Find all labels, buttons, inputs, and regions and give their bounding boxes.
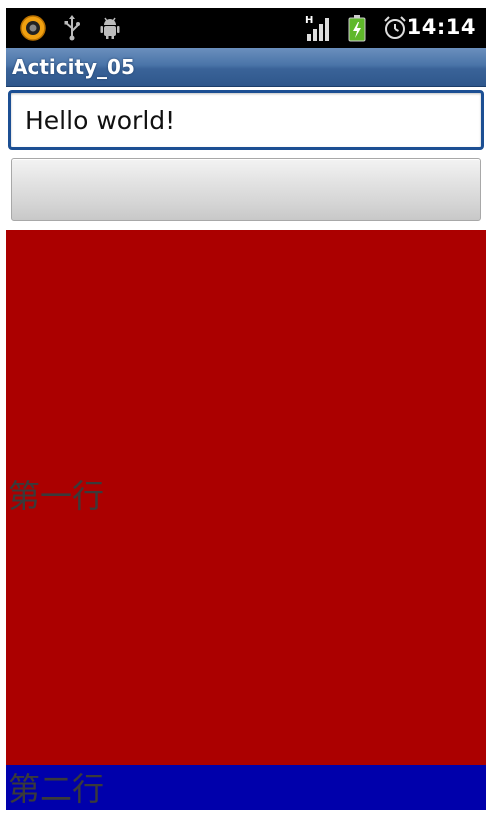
sync-app-icon [18,14,48,42]
usb-icon [62,14,82,42]
title-bar: Acticity_05 [6,48,486,87]
app-title: Acticity_05 [12,55,135,79]
signal-icon: H [304,14,334,42]
battery-charging-icon [346,14,368,42]
screenshot-top-edge [0,0,494,8]
alarm-icon [382,14,408,42]
row-two: 第二行 [6,765,486,810]
row-two-label: 第二行 [8,770,105,808]
row-one-label: 第一行 [8,477,105,515]
network-type-label: H [305,15,313,26]
action-button[interactable] [11,158,481,221]
text-input-field[interactable]: Hello world! [8,90,484,150]
text-input-value: Hello world! [25,106,176,135]
status-bar: H 14:14 [6,8,486,48]
android-debug-icon [98,14,122,42]
row-one: 第一行 [6,230,486,765]
status-clock: 14:14 [406,15,476,39]
device-screen: H 14:14 Acticity_05 Hello world! 第一行 第二行 [6,8,486,810]
